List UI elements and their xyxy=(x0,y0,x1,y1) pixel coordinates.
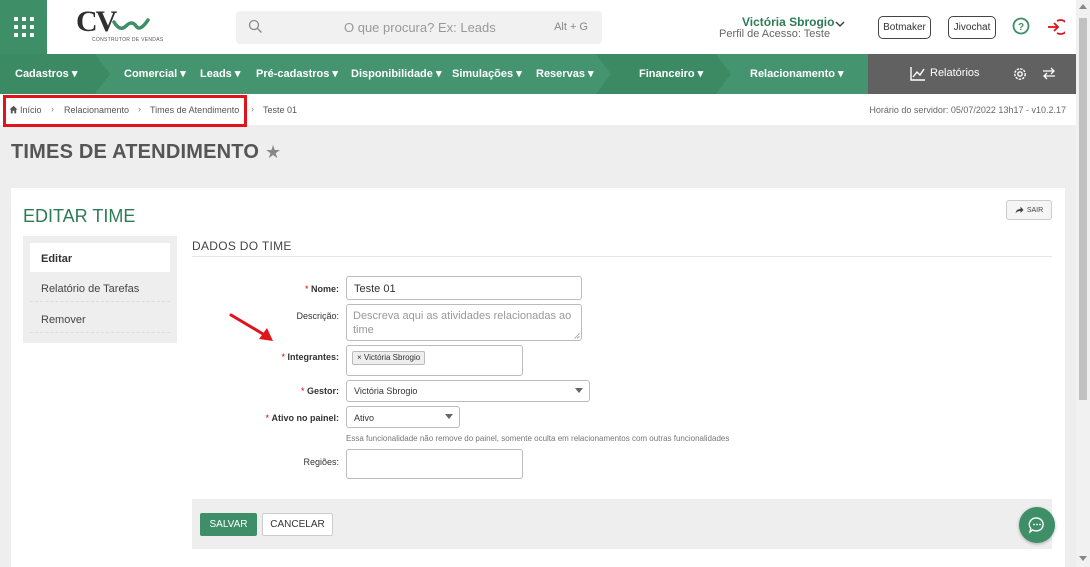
user-profile: Perfil de Acesso: Teste xyxy=(719,28,831,40)
save-button[interactable]: SALVAR xyxy=(200,513,257,536)
gestor-label: * Gestor: xyxy=(300,386,339,396)
nome-input[interactable]: Teste 01 xyxy=(346,276,582,300)
search-input[interactable]: O que procura? Ex: Leads Alt + G xyxy=(236,11,602,44)
swap-icon[interactable] xyxy=(1042,67,1056,80)
exit-button[interactable]: SAIR xyxy=(1006,200,1052,220)
caret-down-icon xyxy=(445,414,453,419)
nav-tools: Relatórios xyxy=(868,54,1076,94)
remove-tag-icon[interactable]: × xyxy=(357,353,362,362)
highlight-box xyxy=(3,95,247,127)
jivochat-button[interactable]: Jivochat xyxy=(948,16,996,39)
regioes-multiselect[interactable] xyxy=(346,449,523,479)
regioes-label: Regiões: xyxy=(303,457,339,467)
side-item-remover[interactable]: Remover xyxy=(30,304,170,333)
ativo-select[interactable]: Ativo xyxy=(346,406,460,428)
section-divider xyxy=(192,256,1052,257)
section-title: DADOS DO TIME xyxy=(192,239,292,253)
scroll-up-icon[interactable] xyxy=(1079,4,1087,9)
logo-wave-icon xyxy=(112,18,150,30)
user-name: Victória Sbrogio xyxy=(742,15,835,29)
nav-leads[interactable]: Leads ▾ xyxy=(200,67,240,80)
logout-icon[interactable] xyxy=(1045,17,1065,37)
favorite-star-icon[interactable]: ★ xyxy=(265,142,281,163)
form-actions: SALVAR CANCELAR xyxy=(192,499,1052,549)
integrantes-label: * Integrantes: xyxy=(281,352,339,362)
nav-reservas[interactable]: Reservas ▾ xyxy=(536,67,594,80)
svg-text:?: ? xyxy=(1018,22,1024,33)
help-icon[interactable]: ? xyxy=(1012,17,1030,35)
gear-icon[interactable] xyxy=(1012,66,1028,82)
integrante-tag[interactable]: × Victória Sbrogio xyxy=(352,351,426,365)
chevron-down-icon[interactable] xyxy=(835,20,845,28)
share-arrow-icon xyxy=(1015,206,1024,214)
breadcrumb-separator: › xyxy=(251,104,254,114)
cancel-button[interactable]: CANCELAR xyxy=(262,513,333,536)
search-shortcut: Alt + G xyxy=(554,21,588,33)
scroll-thumb[interactable] xyxy=(1079,18,1087,400)
nav-disponibilidade[interactable]: Disponibilidade ▾ xyxy=(351,67,441,80)
nome-label: * Nome: xyxy=(304,284,339,294)
main-nav: Cadastros ▾ Comercial ▾ Leads ▾ Pré-cada… xyxy=(0,54,1076,94)
descricao-textarea[interactable]: Descreva aqui as atividades relacionadas… xyxy=(346,304,582,341)
nav-financeiro[interactable]: Financeiro ▾ xyxy=(639,67,703,80)
ativo-label: * Ativo no painel: xyxy=(265,413,339,423)
annotation-arrow-icon xyxy=(229,313,273,341)
logo-text: CV xyxy=(76,5,117,38)
side-menu: Editar Relatório de Tarefas Remover xyxy=(23,236,177,343)
side-item-relatorio-tarefas[interactable]: Relatório de Tarefas xyxy=(30,273,170,302)
integrantes-multiselect[interactable]: × Victória Sbrogio xyxy=(346,345,523,376)
ativo-hint: Essa funcionalidade não remove do painel… xyxy=(346,434,730,443)
edit-title: EDITAR TIME xyxy=(23,206,136,226)
caret-down-icon xyxy=(575,388,583,393)
nav-cadastros[interactable]: Cadastros ▾ xyxy=(15,67,77,80)
chat-bubble-icon xyxy=(1028,517,1044,534)
chat-button[interactable] xyxy=(1019,507,1055,543)
apps-grid-icon[interactable] xyxy=(0,0,47,54)
edit-team-card: EDITAR TIME SAIR Editar Relatório de Tar… xyxy=(11,188,1065,567)
logo-subtitle: CONSTRUTOR DE VENDAS xyxy=(92,37,164,43)
search-icon xyxy=(248,19,262,33)
botmaker-button[interactable]: Botmaker xyxy=(878,16,931,39)
scroll-down-icon[interactable] xyxy=(1079,556,1087,561)
server-time: Horário do servidor: 05/07/2022 13h17 - … xyxy=(869,105,1066,115)
nav-relacionamento[interactable]: Relacionamento ▾ xyxy=(750,67,844,80)
search-placeholder: O que procura? Ex: Leads xyxy=(344,20,496,35)
side-item-editar[interactable]: Editar xyxy=(30,243,170,272)
top-bar: CV CONSTRUTOR DE VENDAS O que procura? E… xyxy=(0,0,1076,54)
resize-handle-icon[interactable] xyxy=(574,333,580,339)
breadcrumb-current: Teste 01 xyxy=(263,105,298,115)
nav-simulacoes[interactable]: Simulações ▾ xyxy=(452,67,522,80)
page-title: TIMES DE ATENDIMENTO xyxy=(11,141,260,163)
nav-comercial[interactable]: Comercial ▾ xyxy=(124,67,186,80)
nav-pre-cadastros[interactable]: Pré-cadastros ▾ xyxy=(256,67,338,80)
scrollbar[interactable] xyxy=(1076,0,1090,567)
chart-line-icon xyxy=(910,67,925,81)
nav-relatorios[interactable]: Relatórios xyxy=(930,67,980,79)
gestor-select[interactable]: Victória Sbrogio xyxy=(346,380,590,402)
